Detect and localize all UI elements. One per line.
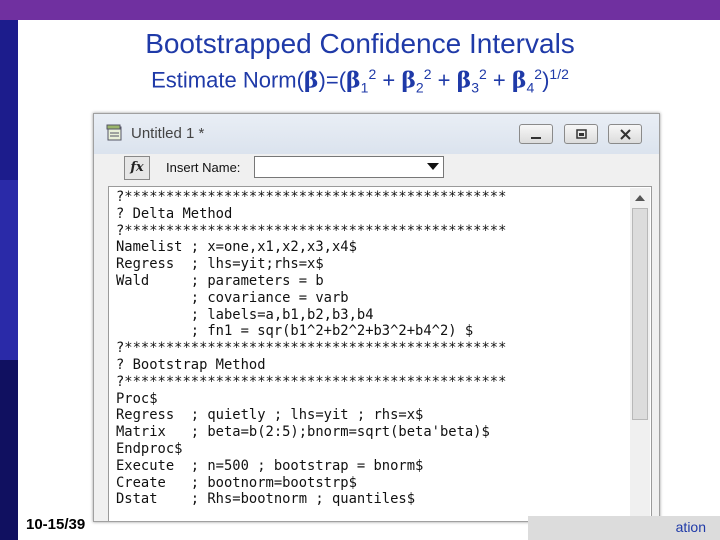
insert-name-label: Insert Name: bbox=[166, 160, 241, 175]
code-line: Namelist ; x=one,x1,x2,x3,x4$ bbox=[116, 239, 357, 256]
code-line: Proc$ bbox=[116, 390, 158, 407]
code-text[interactable]: ?***************************************… bbox=[116, 189, 506, 508]
code-line: ?***************************************… bbox=[116, 373, 507, 390]
code-line: Regress ; lhs=yit;rhs=x$ bbox=[116, 256, 324, 273]
plus-sign: + bbox=[376, 67, 402, 93]
slide-top-bar bbox=[0, 0, 720, 20]
close-button[interactable] bbox=[608, 124, 642, 144]
code-line: ; covariance = varb bbox=[116, 289, 349, 306]
close-icon bbox=[620, 129, 631, 140]
dropdown-arrow-button[interactable] bbox=[423, 157, 443, 177]
editor-window: Untitled 1 * fx Insert Name: ?**********… bbox=[93, 113, 660, 522]
code-line: Execute ; n=500 ; bootstrap = bnorm$ bbox=[116, 457, 424, 474]
term-sup: 2 bbox=[423, 66, 432, 82]
code-line: Endproc$ bbox=[116, 440, 183, 457]
subtitle-mid: )=( bbox=[318, 67, 347, 93]
notepad-icon bbox=[106, 124, 124, 142]
term-sub: 4 bbox=[526, 79, 535, 96]
code-line: Create ; bootnorm=bootstrp$ bbox=[116, 474, 357, 491]
code-line: ? Bootstrap Method bbox=[116, 356, 266, 373]
code-editor[interactable]: ?***************************************… bbox=[108, 186, 652, 521]
beta-symbol: β bbox=[511, 67, 527, 94]
restore-icon bbox=[576, 129, 587, 139]
term-sub: 3 bbox=[471, 79, 479, 96]
beta-symbol: β bbox=[456, 67, 472, 94]
slide-number: 10-15/39 bbox=[26, 516, 86, 533]
slide-left-strip bbox=[0, 20, 18, 540]
code-line: ?***************************************… bbox=[116, 222, 507, 239]
strip-band bbox=[0, 180, 18, 360]
term-sup: 2 bbox=[534, 66, 543, 82]
code-line: ? Delta Method bbox=[116, 205, 233, 222]
code-line: ?***************************************… bbox=[116, 189, 507, 205]
window-titlebar[interactable]: Untitled 1 * bbox=[94, 114, 659, 154]
plus-sign: + bbox=[486, 67, 512, 93]
minimize-icon bbox=[531, 137, 541, 139]
strip-band bbox=[0, 360, 18, 540]
code-line: Matrix ; beta=b(2:5);bnorm=sqrt(beta'bet… bbox=[116, 424, 490, 441]
term-sup: 2 bbox=[479, 66, 487, 82]
code-line: ?***************************************… bbox=[116, 340, 507, 357]
code-line: Regress ; quietly ; lhs=yit ; rhs=x$ bbox=[116, 407, 424, 424]
minimize-button[interactable] bbox=[519, 124, 553, 144]
plus-sign: + bbox=[431, 67, 457, 93]
insert-function-button[interactable]: fx bbox=[124, 156, 150, 180]
term-sub: 1 bbox=[360, 79, 369, 96]
scroll-thumb[interactable] bbox=[632, 208, 648, 420]
footer-text: ation bbox=[675, 519, 706, 535]
chevron-up-icon bbox=[635, 195, 645, 201]
scroll-up-button[interactable] bbox=[630, 188, 650, 208]
code-line: Wald ; parameters = b bbox=[116, 272, 324, 289]
code-line: ; labels=a,b1,b2,b3,b4 bbox=[116, 306, 374, 323]
vertical-scrollbar[interactable] bbox=[630, 188, 650, 518]
code-line: Dstat ; Rhs=bootnorm ; quantiles$ bbox=[116, 491, 416, 508]
term-sub: 2 bbox=[415, 79, 424, 96]
maximize-button[interactable] bbox=[564, 124, 598, 144]
subtitle-prefix: Estimate Norm( bbox=[151, 67, 304, 93]
beta-symbol: β bbox=[303, 67, 319, 94]
beta-symbol: β bbox=[401, 67, 416, 94]
power-exponent: 1/2 bbox=[549, 66, 569, 82]
window-title: Untitled 1 * bbox=[131, 125, 205, 142]
slide-subtitle: Estimate Norm(β)=(β12 + β22 + β32 + β42)… bbox=[0, 66, 720, 96]
slide-title: Bootstrapped Confidence Intervals bbox=[145, 28, 575, 59]
code-line: ; fn1 = sqr(b1^2+b2^2+b3^2+b4^2) $ bbox=[116, 323, 474, 340]
beta-symbol: β bbox=[346, 67, 361, 94]
editor-toolbar: fx Insert Name: bbox=[94, 154, 659, 186]
insert-name-select[interactable] bbox=[254, 156, 444, 178]
chevron-down-icon bbox=[427, 163, 439, 170]
